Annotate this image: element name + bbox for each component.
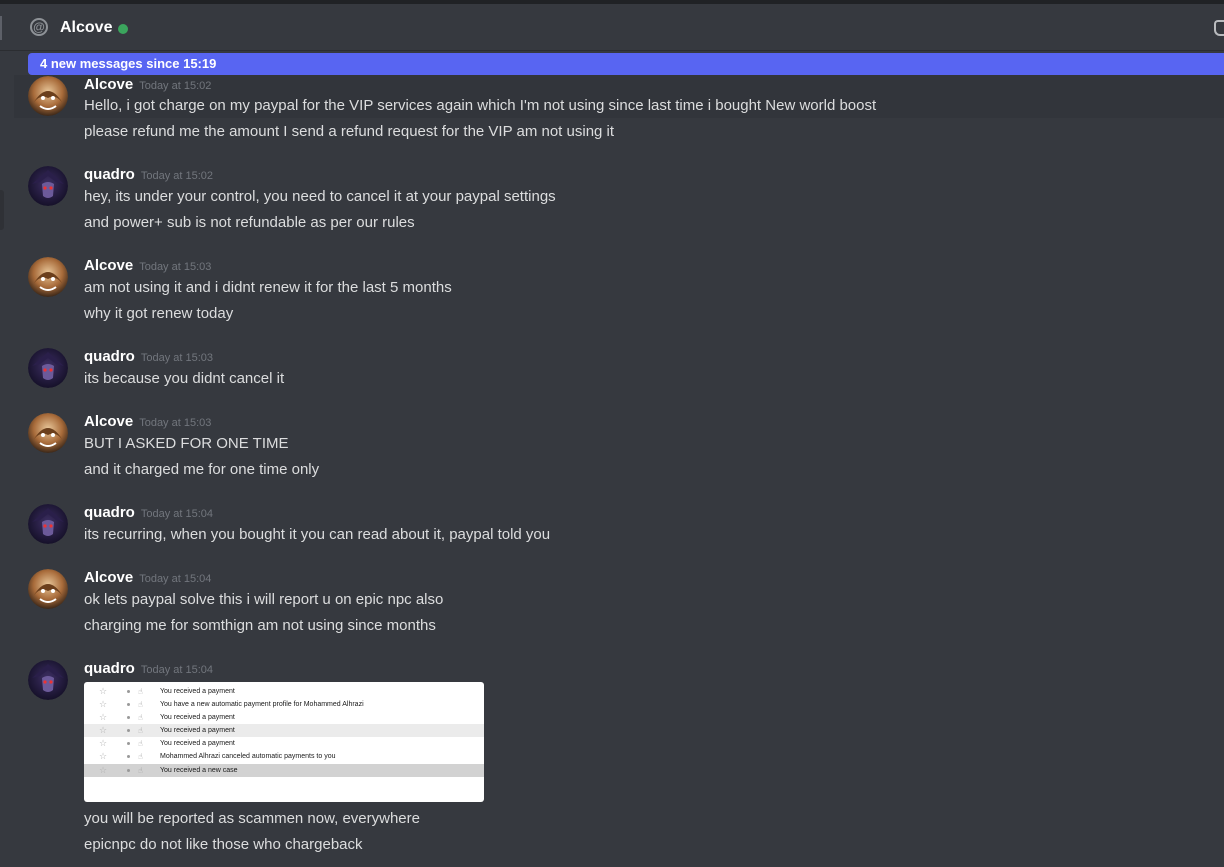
message-timestamp: Today at 15:03 xyxy=(139,417,212,429)
message-timestamp: Today at 15:03 xyxy=(139,261,212,273)
message-author[interactable]: Alcove Today at 15:04 xyxy=(84,569,211,586)
call-icon[interactable] xyxy=(1214,20,1224,36)
star-icon: ☆ xyxy=(99,751,108,761)
hand-icon: ☝ xyxy=(138,752,143,761)
star-icon: ☆ xyxy=(99,738,108,748)
message-text: please refund me the amount I send a ref… xyxy=(84,123,615,140)
message-timestamp: Today at 15:04 xyxy=(140,508,214,520)
hand-icon: ☝ xyxy=(138,766,143,775)
message-author[interactable]: quadro Today at 15:03 xyxy=(84,348,213,365)
attachment-row: ☆ ☝ You received a payment xyxy=(84,724,484,737)
message-text: its because you didnt cancel it xyxy=(84,370,285,387)
attachment-row: ☆ ☝ You have a new automatic payment prof… xyxy=(99,699,364,709)
star-icon: ☆ xyxy=(99,725,108,735)
channel-header: @ Alcove xyxy=(0,4,1224,51)
avatar[interactable] xyxy=(28,569,68,609)
hand-icon: ☝ xyxy=(138,726,143,735)
attachment-row: ☆ ☝ You received a payment xyxy=(99,738,235,748)
star-icon: ☆ xyxy=(99,765,108,775)
sidebar-scroll-handle[interactable] xyxy=(0,190,4,230)
avatar[interactable] xyxy=(28,504,68,544)
avatar[interactable] xyxy=(28,166,68,206)
message-text: ok lets paypal solve this i will report … xyxy=(84,591,444,608)
avatar[interactable] xyxy=(28,348,68,388)
message-text: you will be reported as scammen now, eve… xyxy=(84,810,420,827)
message-text: why it got renew today xyxy=(84,305,234,322)
hand-icon: ☝ xyxy=(138,713,143,722)
at-icon: @ xyxy=(30,18,48,36)
dot-icon xyxy=(127,729,130,732)
hand-icon: ☝ xyxy=(138,739,143,748)
message-timestamp: Today at 15:03 xyxy=(140,352,214,364)
new-messages-bar[interactable]: 4 new messages since 15:19 xyxy=(28,53,1224,75)
message-timestamp: Today at 15:04 xyxy=(140,664,214,676)
hand-icon: ☝ xyxy=(138,700,143,709)
message-author[interactable]: quadro Today at 15:02 xyxy=(84,166,213,183)
message-text: BUT I ASKED FOR ONE TIME xyxy=(84,435,289,452)
message-text: and it charged me for one time only xyxy=(84,461,320,478)
message-text: charging me for somthign am not using si… xyxy=(84,617,436,634)
dot-icon xyxy=(127,755,130,758)
star-icon: ☆ xyxy=(99,699,108,709)
hand-icon: ☝ xyxy=(138,687,143,696)
dot-icon xyxy=(127,769,130,772)
avatar[interactable] xyxy=(28,660,68,700)
star-icon: ☆ xyxy=(99,712,108,722)
dot-icon xyxy=(127,703,130,706)
avatar[interactable] xyxy=(28,76,68,116)
attachment-row: ☆ ☝ You received a payment xyxy=(99,686,235,696)
message-author[interactable]: Alcove Today at 15:03 xyxy=(84,257,211,274)
message-text: am not using it and i didnt renew it for… xyxy=(84,279,452,296)
message-timestamp: Today at 15:02 xyxy=(139,80,212,92)
message-author[interactable]: Alcove Today at 15:02 xyxy=(84,76,211,93)
message-text: Hello, i got charge on my paypal for the… xyxy=(84,97,877,114)
star-icon: ☆ xyxy=(99,686,108,696)
image-attachment[interactable]: ☆ ☝ You received a payment ☆ ☝ You have a … xyxy=(84,682,484,802)
attachment-row: ☆ ☝ You received a payment xyxy=(99,712,235,722)
message-timestamp: Today at 15:02 xyxy=(140,170,214,182)
message-text: epicnpc do not like those who chargeback xyxy=(84,836,363,853)
message-timestamp: Today at 15:04 xyxy=(139,573,212,585)
online-status-icon xyxy=(118,24,128,34)
dot-icon xyxy=(127,742,130,745)
attachment-row: ☆ ☝ You received a new case xyxy=(84,764,484,777)
attachment-row: ☆ ☝ Mohammed Alhrazi canceled automatic p… xyxy=(99,751,336,761)
message-text: its recurring, when you bought it you ca… xyxy=(84,526,551,543)
avatar[interactable] xyxy=(28,257,68,297)
message-text: hey, its under your control, you need to… xyxy=(84,188,556,205)
dm-recipient-name[interactable]: Alcove xyxy=(60,19,112,37)
message-text: and power+ sub is not refundable as per … xyxy=(84,214,415,231)
message-author[interactable]: quadro Today at 15:04 xyxy=(84,504,213,521)
dot-icon xyxy=(127,690,130,693)
message-author[interactable]: Alcove Today at 15:03 xyxy=(84,413,211,430)
avatar[interactable] xyxy=(28,413,68,453)
message-author[interactable]: quadro Today at 15:04 xyxy=(84,660,213,677)
sidebar-edge xyxy=(0,16,2,40)
dot-icon xyxy=(127,716,130,719)
